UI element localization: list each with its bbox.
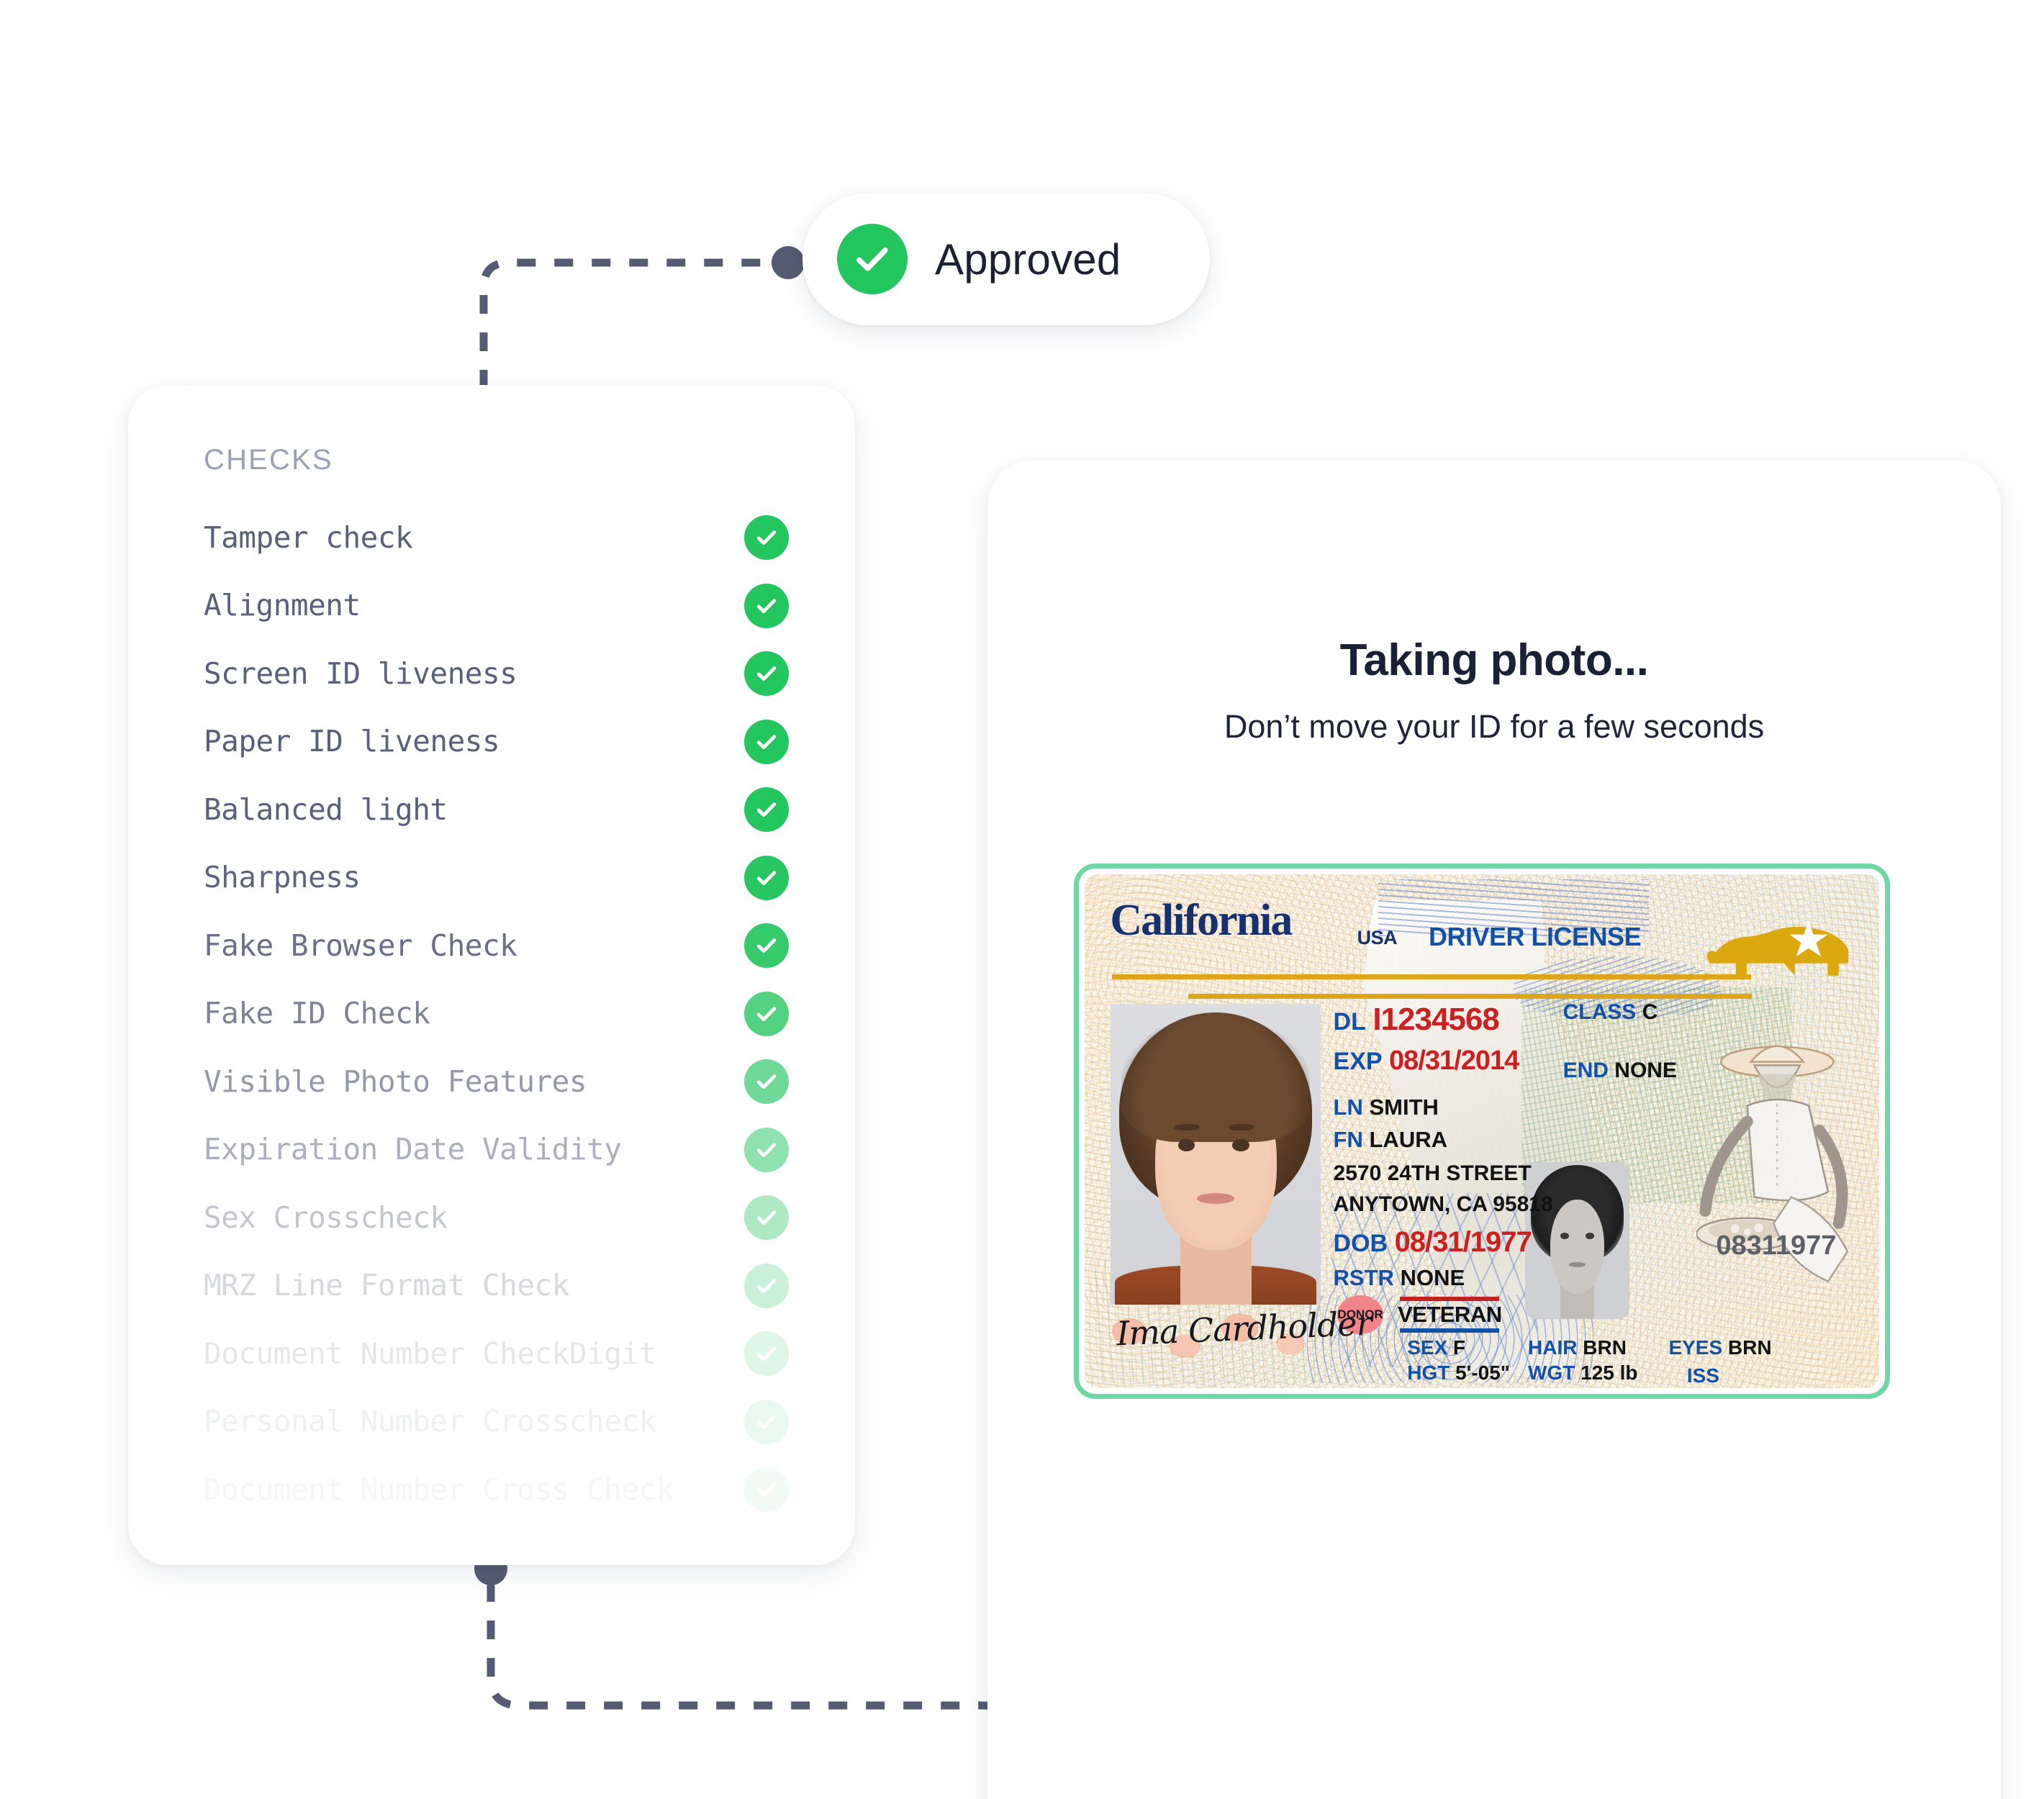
check-row: MRZ Line Format Check	[128, 1252, 855, 1320]
check-label: Tamper check	[204, 520, 413, 555]
field-class: CLASS C	[1563, 1000, 1658, 1025]
check-label: Document Number Cross Check	[204, 1472, 674, 1507]
gold-miner-illustration	[1696, 997, 1863, 1316]
checks-heading: CHECKS	[204, 444, 333, 476]
field-first-name: FN LAURA	[1333, 1126, 1447, 1152]
id-card-face: California USA DRIVER LICENSE CLASS C EN…	[1085, 874, 1879, 1388]
check-label: Personal Number Crosscheck	[204, 1404, 656, 1439]
field-hair: HAIR BRN	[1528, 1336, 1627, 1359]
check-pass-icon	[744, 991, 789, 1036]
check-label: Paper ID liveness	[204, 724, 500, 759]
screenshot-root: Approved CHECKS Tamper check Alignment Scr…	[0, 0, 2044, 1799]
check-pass-icon	[744, 1467, 789, 1513]
gold-rule-bottom	[1188, 994, 1753, 1000]
check-label: Screen ID liveness	[204, 656, 517, 691]
check-row: Sharpness	[128, 844, 855, 912]
checks-card: CHECKS Tamper check Alignment Screen ID li…	[128, 385, 855, 1565]
check-row: Balanced light	[128, 776, 855, 844]
check-row: Visible Photo Features	[128, 1048, 855, 1116]
approved-label: Approved	[935, 235, 1121, 284]
field-sex: SEX F	[1407, 1336, 1466, 1359]
check-label: Balanced light	[204, 792, 448, 827]
check-pass-icon	[744, 1331, 789, 1377]
check-label: Sharpness	[204, 860, 361, 895]
check-row: Sex Crosscheck	[128, 1184, 855, 1252]
check-row: Tamper check	[128, 504, 855, 572]
field-date-of-birth: DOB 08/31/1977	[1333, 1226, 1532, 1259]
check-pass-icon	[744, 1399, 789, 1444]
check-row: Expiration Date Validity	[128, 1116, 855, 1184]
check-label: Sex Crosscheck	[204, 1200, 448, 1235]
check-row: Alignment	[128, 572, 855, 640]
id-photo	[1111, 1003, 1321, 1305]
field-endorsements: END NONE	[1563, 1059, 1677, 1083]
check-pass-icon	[744, 1059, 789, 1105]
check-pass-icon	[744, 583, 789, 628]
field-dl-number: DL I1234568	[1333, 1001, 1500, 1037]
field-eyes: EYES BRN	[1668, 1336, 1772, 1359]
check-row: Document Number Cross Check	[128, 1456, 855, 1524]
capture-subtitle: Don’t move your ID for a few seconds	[1224, 708, 1765, 745]
check-pass-icon	[744, 719, 789, 764]
check-label: Visible Photo Features	[204, 1064, 587, 1099]
check-label: MRZ Line Format Check	[204, 1268, 569, 1303]
check-pass-icon	[744, 787, 789, 833]
check-pass-icon	[744, 923, 789, 969]
field-address-line1: 2570 24TH STREET	[1333, 1161, 1532, 1186]
field-height: HGT 5'-05"	[1407, 1361, 1511, 1384]
field-address-line2: ANYTOWN, CA 95818	[1333, 1192, 1553, 1217]
veteran-badge: VETERAN	[1398, 1296, 1502, 1333]
id-ghost-photo	[1524, 1161, 1630, 1319]
check-row: Fake Browser Check	[128, 912, 855, 980]
checks-list: Tamper check Alignment Screen ID liveness P…	[128, 504, 855, 1524]
check-circle-icon	[837, 224, 908, 294]
document-type: DRIVER LICENSE	[1429, 921, 1642, 951]
state-name: California	[1110, 895, 1293, 945]
check-pass-icon	[744, 855, 789, 900]
check-pass-icon	[744, 1127, 789, 1172]
field-expiration: EXP 08/31/2014	[1333, 1045, 1520, 1076]
check-pass-icon	[744, 651, 789, 697]
country-code: USA	[1357, 926, 1398, 948]
field-last-name: LN SMITH	[1333, 1095, 1439, 1120]
check-pass-icon	[744, 1195, 789, 1241]
check-label: Document Number CheckDigit	[204, 1336, 656, 1371]
check-label: Fake ID Check	[204, 996, 430, 1031]
check-pass-icon	[744, 515, 789, 561]
check-row: Screen ID liveness	[128, 640, 855, 708]
check-row: Fake ID Check	[128, 980, 855, 1048]
field-weight: WGT 125 lb	[1528, 1361, 1638, 1384]
check-pass-icon	[744, 1263, 789, 1308]
check-label: Fake Browser Check	[204, 928, 517, 963]
california-bear-icon	[1704, 900, 1855, 1003]
check-row: Personal Number Crosscheck	[128, 1388, 855, 1456]
field-iss-label: ISS	[1686, 1364, 1719, 1387]
approved-status-badge[interactable]: Approved	[802, 193, 1210, 325]
check-row: Document Number CheckDigit	[128, 1320, 855, 1388]
id-card-preview: California USA DRIVER LICENSE CLASS C EN…	[1074, 864, 1890, 1399]
gold-rule-top	[1111, 974, 1752, 980]
check-row: Paper ID liveness	[128, 708, 855, 776]
capture-title: Taking photo...	[1339, 635, 1649, 685]
field-overlay-number: 08311977	[1716, 1230, 1837, 1261]
check-label: Expiration Date Validity	[204, 1132, 622, 1167]
check-label: Alignment	[204, 588, 361, 623]
field-restrictions: RSTR NONE	[1333, 1265, 1465, 1291]
